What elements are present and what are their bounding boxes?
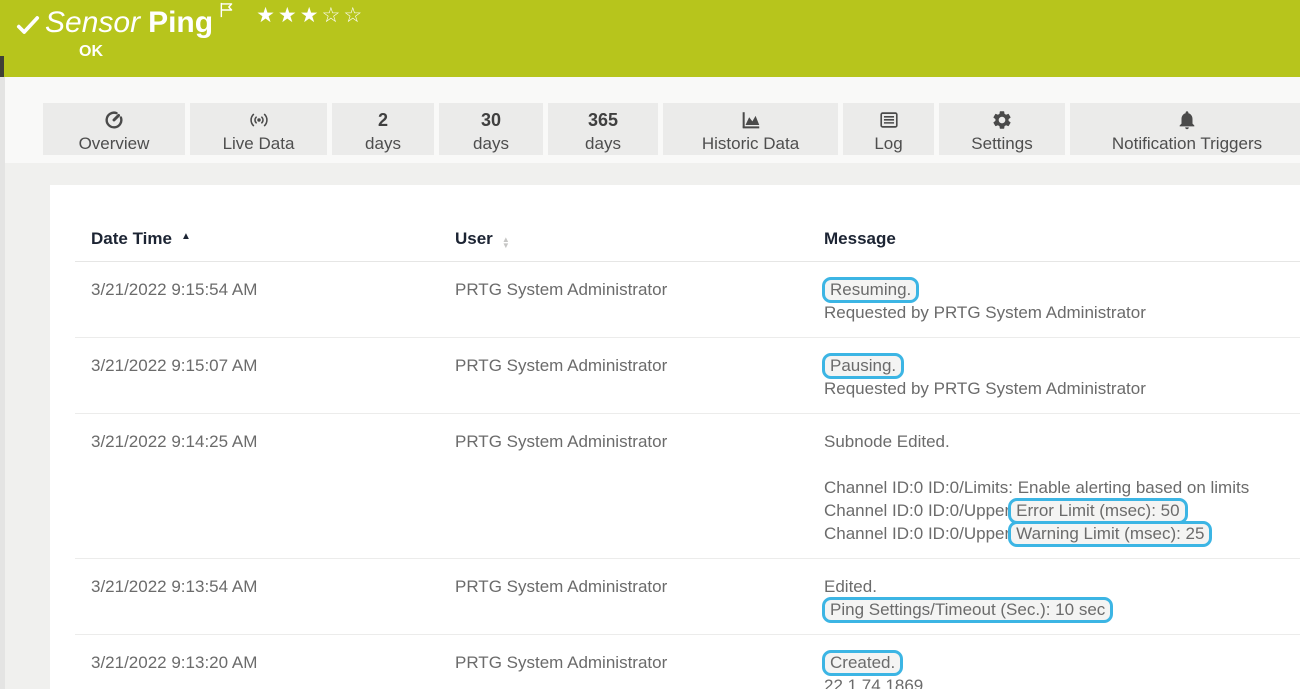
highlighted-change-text: Resuming.	[822, 277, 919, 303]
log-message-cell: Edited.Ping Settings/Timeout (Sec.): 10 …	[808, 559, 1300, 635]
highlighted-change-text: Pausing.	[822, 353, 904, 379]
message-text: Edited.	[824, 577, 877, 596]
area-chart-icon	[740, 108, 762, 132]
message-line: Channel ID:0 ID:0/Limits: Enable alertin…	[824, 476, 1300, 499]
message-line: Requested by PRTG System Administrator	[824, 377, 1300, 400]
message-line: 22.1.74.1869	[824, 674, 1300, 689]
log-datetime-cell: 3/21/2022 9:14:25 AM	[75, 414, 439, 559]
log-datetime-cell: 3/21/2022 9:13:54 AM	[75, 559, 439, 635]
tab-label: Settings	[971, 133, 1032, 154]
message-line: Created.	[824, 651, 1300, 674]
highlighted-change-text: Created.	[822, 650, 903, 676]
message-text: Channel ID:0 ID:0/Upper	[824, 501, 1010, 520]
highlighted-change-text: Ping Settings/Timeout (Sec.): 10 sec	[822, 597, 1113, 623]
tab-label: days	[365, 133, 401, 154]
log-table: Date Time▲ User▲▼ Message 3/21/2022 9:15…	[75, 229, 1300, 689]
tab-notification-triggers[interactable]: Notification Triggers	[1070, 103, 1300, 155]
message-text: Subnode Edited.	[824, 432, 950, 451]
sensor-name: Ping	[148, 6, 213, 39]
message-line: Channel ID:0 ID:0/UpperError Limit (msec…	[824, 499, 1300, 522]
column-header-date-time[interactable]: Date Time▲	[75, 229, 439, 262]
log-user-cell: PRTG System Administrator	[439, 338, 808, 414]
tab-30-days[interactable]: 30days	[439, 103, 543, 155]
flag-icon[interactable]	[219, 2, 234, 23]
tab-365-days[interactable]: 365days	[548, 103, 658, 155]
log-table-body: 3/21/2022 9:15:54 AMPRTG System Administ…	[75, 262, 1300, 689]
status-ok-check-icon	[15, 12, 41, 43]
message-line: Pausing.	[824, 354, 1300, 377]
sort-icon: ▲▼	[502, 237, 510, 249]
log-panel: Date Time▲ User▲▼ Message 3/21/2022 9:15…	[50, 185, 1300, 689]
column-header-message: Message	[808, 229, 1300, 262]
message-line	[824, 453, 1300, 476]
log-icon	[878, 108, 900, 132]
tab-live-data[interactable]: Live Data	[190, 103, 327, 155]
tab-label: Log	[874, 133, 902, 154]
tab-label: Live Data	[223, 133, 295, 154]
tab-historic-data[interactable]: Historic Data	[663, 103, 838, 155]
log-message-cell: Subnode Edited. Channel ID:0 ID:0/Limits…	[808, 414, 1300, 559]
sensor-status-header: SensorPing ★★★☆☆ OK	[0, 0, 1300, 77]
gear-icon	[991, 108, 1013, 132]
sensor-status-badge: OK	[79, 43, 103, 61]
tab-label: Notification Triggers	[1112, 133, 1262, 154]
tab-number: 30	[481, 108, 501, 132]
message-text: Channel ID:0 ID:0/Limits: Enable alertin…	[824, 478, 1249, 497]
message-line: Requested by PRTG System Administrator	[824, 301, 1300, 324]
tab-label: days	[585, 133, 621, 154]
tab-2-days[interactable]: 2days	[332, 103, 434, 155]
tab-number: 365	[588, 108, 618, 132]
tab-number: 2	[378, 108, 388, 132]
sort-ascending-icon: ▲	[181, 231, 191, 242]
column-header-user[interactable]: User▲▼	[439, 229, 808, 262]
left-edge-strip	[0, 77, 5, 689]
log-user-cell: PRTG System Administrator	[439, 262, 808, 338]
message-line: Subnode Edited.	[824, 430, 1300, 453]
tab-settings[interactable]: Settings	[939, 103, 1065, 155]
tab-bar: OverviewLive Data2days30days365daysHisto…	[43, 103, 1300, 155]
log-message-cell: Resuming.Requested by PRTG System Admini…	[808, 262, 1300, 338]
message-text: Requested by PRTG System Administrator	[824, 379, 1146, 398]
object-type-label: Sensor	[45, 6, 140, 39]
log-datetime-cell: 3/21/2022 9:15:07 AM	[75, 338, 439, 414]
log-row: 3/21/2022 9:14:25 AMPRTG System Administ…	[75, 414, 1300, 559]
message-line: Ping Settings/Timeout (Sec.): 10 sec	[824, 598, 1300, 621]
priority-stars[interactable]: ★★★☆☆	[256, 3, 365, 28]
tab-label: Overview	[79, 133, 150, 154]
log-row: 3/21/2022 9:13:20 AMPRTG System Administ…	[75, 635, 1300, 689]
log-user-cell: PRTG System Administrator	[439, 635, 808, 689]
log-row: 3/21/2022 9:15:07 AMPRTG System Administ…	[75, 338, 1300, 414]
message-line: Channel ID:0 ID:0/UpperWarning Limit (ms…	[824, 522, 1300, 545]
tab-label: Historic Data	[702, 133, 799, 154]
tab-log[interactable]: Log	[843, 103, 934, 155]
message-text: 22.1.74.1869	[824, 676, 923, 689]
message-text: Requested by PRTG System Administrator	[824, 303, 1146, 322]
highlighted-change-text: Warning Limit (msec): 25	[1008, 521, 1212, 547]
log-row: 3/21/2022 9:15:54 AMPRTG System Administ…	[75, 262, 1300, 338]
left-edge-notch	[0, 56, 4, 77]
log-message-cell: Pausing.Requested by PRTG System Adminis…	[808, 338, 1300, 414]
log-user-cell: PRTG System Administrator	[439, 414, 808, 559]
tab-overview[interactable]: Overview	[43, 103, 185, 155]
gauge-icon	[103, 108, 125, 132]
message-line: Resuming.	[824, 278, 1300, 301]
bell-icon	[1176, 108, 1198, 132]
broadcast-icon	[248, 108, 270, 132]
log-message-cell: Created.22.1.74.1869	[808, 635, 1300, 689]
message-text: Channel ID:0 ID:0/Upper	[824, 524, 1010, 543]
tab-label: days	[473, 133, 509, 154]
log-datetime-cell: 3/21/2022 9:15:54 AM	[75, 262, 439, 338]
log-row: 3/21/2022 9:13:54 AMPRTG System Administ…	[75, 559, 1300, 635]
log-datetime-cell: 3/21/2022 9:13:20 AM	[75, 635, 439, 689]
message-line: Edited.	[824, 575, 1300, 598]
log-user-cell: PRTG System Administrator	[439, 559, 808, 635]
